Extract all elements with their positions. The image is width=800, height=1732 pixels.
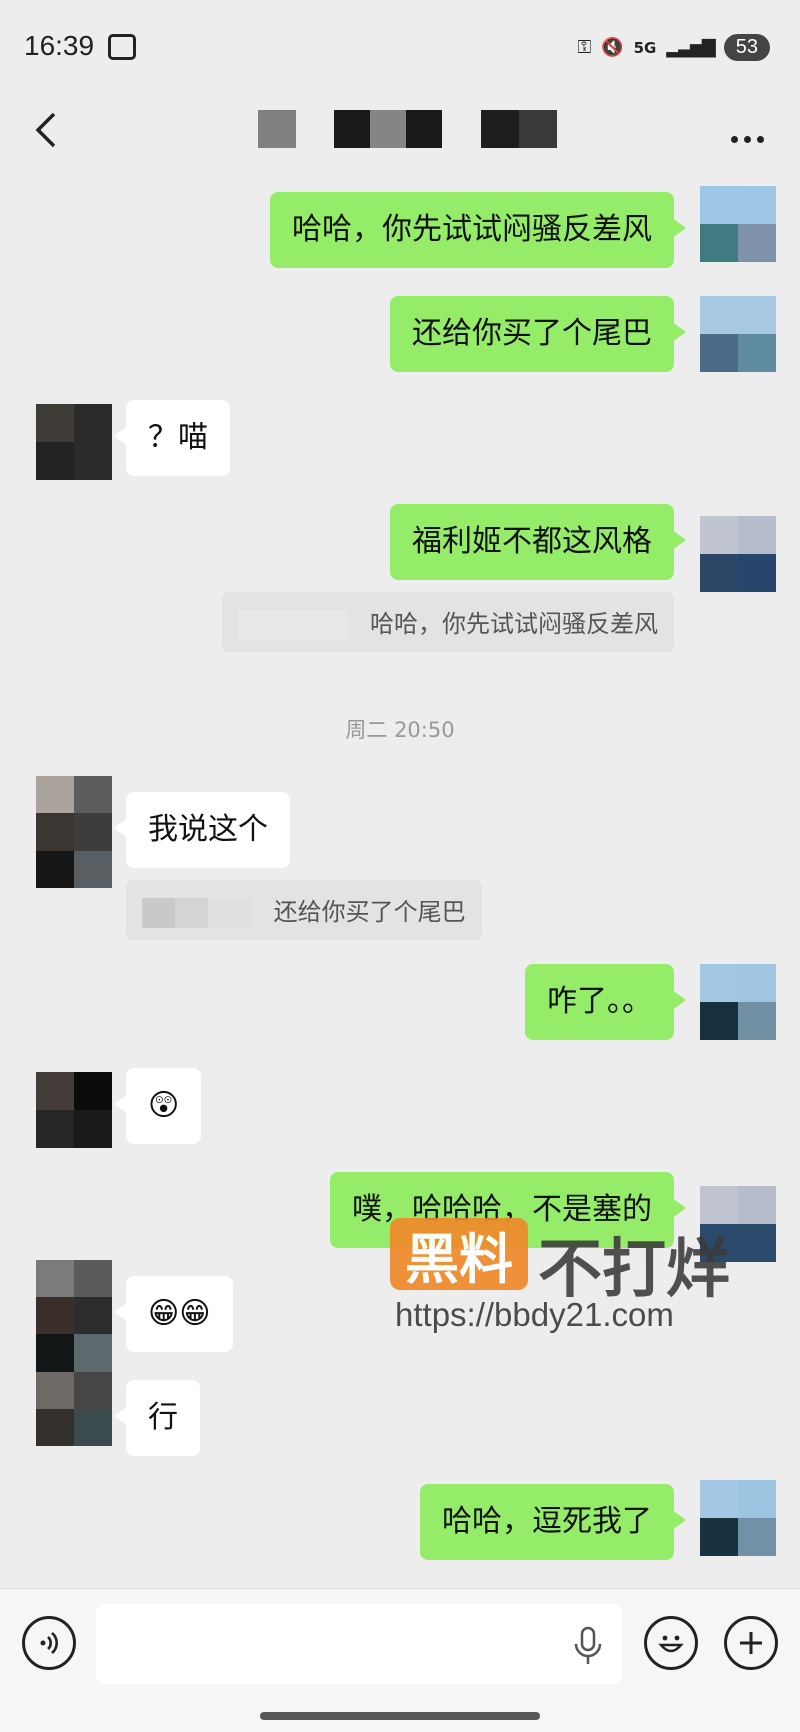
- message-bubble[interactable]: 哈哈，逗死我了: [420, 1484, 686, 1560]
- chat-timestamp: 周二 20:50: [345, 718, 455, 742]
- battery-badge: 53: [723, 34, 770, 61]
- quoted-message[interactable]: 还给你买了个尾巴: [126, 880, 482, 940]
- message-bubble[interactable]: 😁😁: [114, 1276, 233, 1352]
- watermark-badge: 黑料: [390, 1218, 528, 1291]
- network-label: 5G: [633, 38, 657, 57]
- message-bubble[interactable]: ？喵: [114, 400, 230, 476]
- my-avatar[interactable]: [700, 186, 776, 262]
- microphone-button[interactable]: [570, 1624, 606, 1672]
- my-avatar[interactable]: [700, 296, 776, 372]
- quoted-sender-pixelated: [142, 898, 252, 928]
- message-bubble[interactable]: 我说这个: [114, 792, 290, 868]
- emoji-button[interactable]: [644, 1616, 698, 1670]
- quoted-message[interactable]: 哈哈，你先试试闷骚反差风: [222, 592, 674, 652]
- message-input[interactable]: [96, 1604, 622, 1684]
- emoji-icon: [658, 1635, 684, 1653]
- chat-title-pixelated: [258, 110, 558, 148]
- message-bubble[interactable]: 福利姬不都这风格: [390, 504, 686, 580]
- screenshot-icon: [108, 34, 136, 60]
- watermark-url: https://bbdy21.com: [395, 1296, 674, 1333]
- message-bubble[interactable]: 😲: [113, 1068, 202, 1144]
- more-button[interactable]: [725, 128, 764, 147]
- voice-button[interactable]: [22, 1616, 76, 1670]
- back-button[interactable]: [28, 108, 68, 152]
- contact-avatar[interactable]: [36, 1260, 112, 1446]
- signal-icon: ▂▃▅▇: [666, 37, 715, 58]
- my-avatar[interactable]: [700, 516, 776, 592]
- contact-avatar[interactable]: [36, 404, 112, 480]
- plus-button[interactable]: [724, 1616, 778, 1670]
- plus-icon: [740, 1632, 762, 1654]
- home-indicator[interactable]: [260, 1712, 540, 1720]
- contact-avatar[interactable]: [36, 1072, 112, 1148]
- more-dots-icon: [725, 128, 764, 147]
- quoted-text: 哈哈，你先试试闷骚反差风: [370, 610, 658, 638]
- message-bubble[interactable]: 哈哈，你先试试闷骚反差风: [270, 192, 686, 268]
- voice-icon: [40, 1632, 58, 1654]
- quoted-sender-pixelated: [238, 610, 349, 640]
- message-bubble[interactable]: 还给你买了个尾巴: [390, 296, 686, 372]
- mute-icon: 🔇: [601, 37, 624, 58]
- contact-avatar[interactable]: [36, 776, 112, 888]
- status-icons: ⚿ 🔇 5G ▂▃▅▇ 53: [577, 34, 770, 61]
- message-bubble[interactable]: 咋了。。: [525, 964, 686, 1040]
- my-avatar[interactable]: [700, 1480, 776, 1556]
- key-icon: ⚿: [577, 37, 592, 58]
- chevron-left-icon: [35, 112, 56, 148]
- microphone-icon: [574, 1626, 602, 1664]
- quoted-text: 还给你买了个尾巴: [273, 898, 466, 926]
- message-bubble[interactable]: 行: [114, 1380, 200, 1456]
- status-time: 16:39: [24, 30, 95, 61]
- my-avatar[interactable]: [700, 964, 776, 1040]
